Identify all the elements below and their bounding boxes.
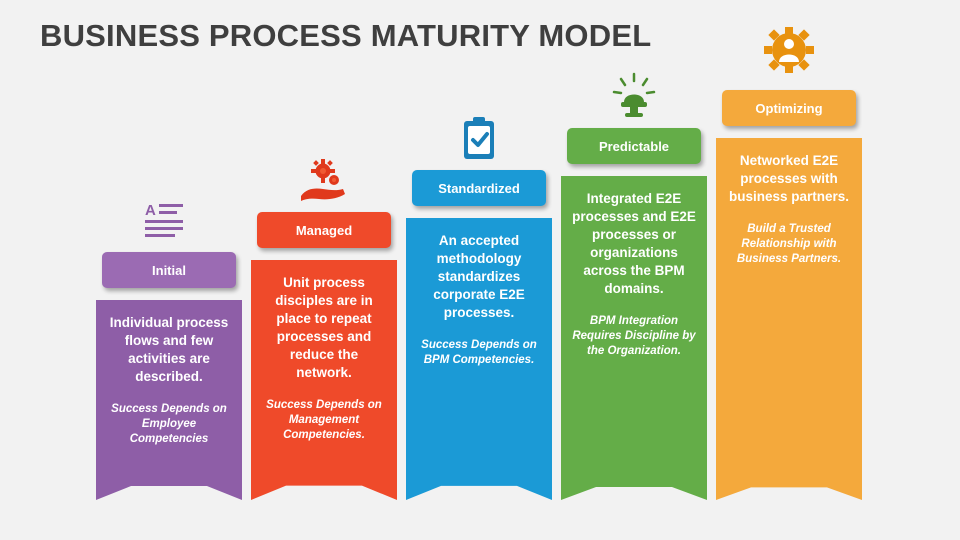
level-chip-label: Managed — [295, 222, 353, 238]
gear-person-icon-wrap — [716, 22, 862, 78]
level-body-optimizing: Networked E2E processes with business pa… — [728, 153, 850, 204]
svg-text:A: A — [145, 202, 156, 219]
maturity-level-standardized[interactable]: Standardized An accepted methodology sta… — [406, 110, 552, 500]
idea-lamp-icon — [612, 72, 656, 117]
level-chip-predictable[interactable]: Predictable — [567, 128, 701, 164]
level-note-initial: Success Depends on Employee Competencies — [111, 403, 227, 445]
level-body-initial: Individual process flows and few activit… — [109, 315, 229, 384]
level-body-managed: Unit process disciples are in place to r… — [275, 275, 373, 380]
level-note-optimizing: Build a Trusted Relationship with Busine… — [736, 223, 842, 265]
level-body-standardized: An accepted methodology standardizes cor… — [433, 233, 525, 320]
clipboard-check-icon-wrap — [406, 110, 552, 162]
level-chip-label: Optimizing — [755, 100, 823, 116]
level-chip-managed[interactable]: Managed — [257, 212, 391, 248]
text-lines-icon: A — [145, 202, 183, 237]
maturity-level-predictable[interactable]: Predictable Integrated E2E processes and… — [561, 70, 707, 500]
idea-lamp-icon-wrap — [561, 70, 707, 118]
level-panel-standardized: An accepted methodology standardizes cor… — [406, 218, 552, 500]
level-chip-label: Initial — [152, 262, 186, 278]
slide-canvas: BUSINESS PROCESS MATURITY MODEL A Initia… — [0, 0, 960, 540]
level-note-predictable: BPM Integration Requires Discipline by t… — [572, 315, 696, 357]
level-body-predictable: Integrated E2E processes and E2E process… — [572, 191, 696, 296]
level-panel-initial: Individual process flows and few activit… — [96, 300, 242, 500]
level-note-managed: Success Depends on Management Competenci… — [266, 399, 382, 441]
gear-person-icon — [764, 27, 814, 73]
level-chip-optimizing[interactable]: Optimizing — [722, 90, 856, 126]
level-chip-standardized[interactable]: Standardized — [412, 170, 546, 206]
page-title: BUSINESS PROCESS MATURITY MODEL — [40, 18, 652, 53]
level-chip-label: Predictable — [598, 138, 670, 154]
level-chip-label: Standardized — [438, 180, 520, 196]
level-note-standardized: Success Depends on BPM Competencies. — [421, 339, 537, 366]
maturity-level-managed[interactable]: Managed Unit process disciples are in pl… — [251, 148, 397, 500]
text-lines-icon-wrap: A — [96, 190, 242, 242]
hand-gears-icon — [301, 159, 345, 201]
level-chip-initial[interactable]: Initial — [102, 252, 236, 288]
level-panel-predictable: Integrated E2E processes and E2E process… — [561, 176, 707, 500]
maturity-level-initial[interactable]: A Initial Individual process flows and f… — [96, 190, 242, 500]
hand-gears-icon-wrap — [251, 148, 397, 202]
maturity-level-optimizing[interactable]: Optimizing Networked E2E processes with … — [716, 22, 862, 500]
clipboard-check-icon — [464, 117, 494, 159]
level-panel-optimizing: Networked E2E processes with business pa… — [716, 138, 862, 500]
level-panel-managed: Unit process disciples are in place to r… — [251, 260, 397, 500]
